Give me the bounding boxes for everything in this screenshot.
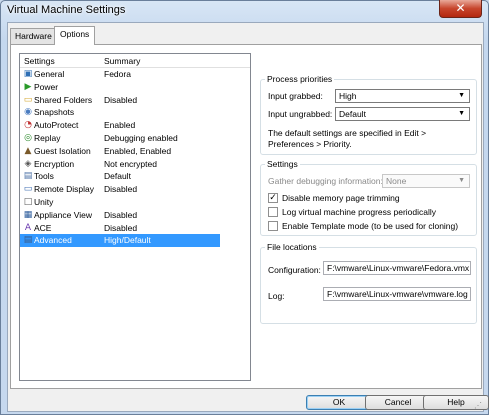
- chevron-down-icon: ▼: [458, 110, 465, 117]
- close-icon: ✕: [455, 1, 466, 15]
- input-ungrabbed-select[interactable]: Default ▼: [335, 107, 470, 121]
- settings-list[interactable]: Settings Summary ▣ General Fedora ▶ Power ▭ Sh…: [19, 53, 251, 381]
- dialog-client-area: Hardware Options Settings Summary ▣ Gener…: [7, 22, 489, 412]
- settings-column-header[interactable]: Settings: [24, 56, 55, 66]
- settings-group: Settings Gather debugging information: N…: [260, 159, 477, 236]
- input-ungrabbed-value: Default: [339, 109, 366, 119]
- list-item-label: Replay: [34, 132, 61, 143]
- list-item-summary: Disabled: [104, 222, 138, 233]
- list-item-summary: High/Default: [104, 235, 151, 246]
- list-item-summary: Enabled: [104, 120, 136, 131]
- configuration-field[interactable]: F:\vmware\Linux-vmware\Fedora.vmx: [323, 261, 471, 275]
- tools-icon: ▤: [23, 171, 33, 182]
- priority-note: The default settings are specified in Ed…: [268, 128, 427, 149]
- list-item-summary: Default: [104, 171, 131, 182]
- list-item[interactable]: ◉ Snapshots: [20, 106, 250, 119]
- log-field[interactable]: F:\vmware\Linux-vmware\vmware.log: [323, 287, 471, 301]
- template-mode-label: Enable Template mode (to be used for clo…: [282, 221, 459, 231]
- advanced-icon: ▤: [23, 235, 33, 246]
- unity-icon: □: [23, 196, 33, 207]
- list-item[interactable]: ▭ Remote Display Disabled: [20, 183, 250, 196]
- ok-button[interactable]: OK: [306, 395, 372, 410]
- list-item-label: Power: [34, 81, 59, 92]
- list-item[interactable]: □ Unity: [20, 196, 250, 209]
- tab-hardware[interactable]: Hardware: [10, 28, 57, 44]
- list-item[interactable]: ▶ Power: [20, 81, 250, 94]
- input-ungrabbed-label: Input ungrabbed:: [268, 109, 333, 119]
- list-item[interactable]: ▭ Shared Folders Disabled: [20, 94, 250, 107]
- list-item-summary: Disabled: [104, 184, 138, 195]
- list-item-summary: Disabled: [104, 94, 138, 105]
- checkbox-box[interactable]: ✓: [268, 193, 278, 203]
- list-item-label: Tools: [34, 171, 54, 182]
- encryption-icon: ◈: [24, 158, 32, 169]
- list-item[interactable]: ▤ Advanced High/Default: [20, 234, 220, 248]
- list-item-label: ACE: [34, 222, 52, 233]
- window-title: Virtual Machine Settings: [7, 4, 126, 16]
- file-locations-title: File locations: [265, 242, 319, 252]
- close-button[interactable]: ✕: [439, 0, 482, 18]
- chevron-down-icon: ▼: [458, 92, 465, 99]
- log-progress-label: Log virtual machine progress periodicall…: [282, 207, 437, 217]
- options-panel: Settings Summary ▣ General Fedora ▶ Power ▭ Sh…: [10, 44, 482, 389]
- list-item[interactable]: ◔ AutoProtect Enabled: [20, 119, 250, 132]
- list-rows: ▣ General Fedora ▶ Power ▭ Shared Folders Disab…: [20, 68, 250, 248]
- chevron-down-icon: ▼: [458, 177, 465, 184]
- list-item-summary: Debugging enabled: [104, 132, 178, 143]
- log-label: Log:: [268, 291, 285, 301]
- snapshot-icon: ◉: [24, 107, 32, 118]
- list-item[interactable]: A ACE Disabled: [20, 222, 250, 235]
- list-item[interactable]: ▦ Appliance View Disabled: [20, 209, 250, 222]
- checkbox-box[interactable]: [268, 221, 278, 231]
- ace-icon: A: [24, 222, 32, 233]
- list-item-label: Remote Display: [34, 184, 94, 195]
- file-locations-group: File locations Configuration: F:\vmware\…: [260, 242, 477, 324]
- replay-icon: ◎: [24, 132, 32, 143]
- gather-debugging-select[interactable]: None ▼: [382, 174, 470, 188]
- list-item-label: Snapshots: [34, 107, 75, 118]
- disable-memory-trimming-label: Disable memory page trimming: [282, 193, 400, 203]
- input-grabbed-label: Input grabbed:: [268, 91, 323, 101]
- list-item-label: Appliance View: [34, 209, 92, 220]
- list-item-summary: Disabled: [104, 209, 138, 220]
- checkbox-box[interactable]: [268, 207, 278, 217]
- folder-icon: ▭: [23, 94, 33, 105]
- display-icon: ▭: [23, 184, 33, 195]
- tab-options[interactable]: Options: [54, 26, 96, 45]
- summary-column-header[interactable]: Summary: [104, 56, 140, 66]
- list-item-summary: Fedora: [104, 69, 131, 79]
- list-item-label: Encryption: [34, 158, 75, 169]
- configuration-label: Configuration:: [268, 265, 321, 275]
- title-bar[interactable]: Virtual Machine Settings ✕: [1, 0, 488, 21]
- settings-group-title: Settings: [265, 159, 300, 169]
- list-item-summary: Not encrypted: [104, 158, 157, 169]
- input-grabbed-value: High: [339, 91, 357, 101]
- list-item-label: Guest Isolation: [34, 145, 91, 156]
- cancel-button[interactable]: Cancel: [365, 395, 431, 410]
- list-item[interactable]: ▣ General Fedora: [20, 68, 250, 81]
- list-item-summary: Enabled, Enabled: [104, 145, 172, 156]
- input-grabbed-select[interactable]: High ▼: [335, 89, 470, 103]
- gather-debugging-label: Gather debugging information:: [268, 176, 383, 186]
- power-icon: ▶: [24, 81, 32, 92]
- gather-debugging-value: None: [386, 176, 407, 186]
- list-header: Settings Summary: [20, 54, 250, 68]
- process-priorities-group: Process priorities Input grabbed: High ▼…: [260, 74, 477, 155]
- process-priorities-title: Process priorities: [265, 74, 335, 84]
- vm-settings-window: Virtual Machine Settings ✕ Hardware Opti…: [0, 0, 489, 415]
- list-item-label: Shared Folders: [34, 94, 93, 105]
- list-item-label: General: [34, 69, 65, 79]
- list-item-label: AutoProtect: [34, 120, 79, 131]
- list-item[interactable]: ◎ Replay Debugging enabled: [20, 132, 250, 145]
- list-item[interactable]: ▲ Guest Isolation Enabled, Enabled: [20, 145, 250, 158]
- list-item-label: Unity: [34, 196, 54, 207]
- list-item-label: Advanced: [34, 235, 72, 246]
- list-item[interactable]: ▤ Tools Default: [20, 170, 250, 183]
- list-item[interactable]: ◈ Encryption Not encrypted: [20, 158, 250, 171]
- autoprotect-icon: ◔: [24, 120, 32, 131]
- general-icon: ▣: [23, 69, 33, 79]
- lock-icon: ▲: [24, 145, 32, 156]
- appliance-icon: ▦: [23, 209, 33, 220]
- resize-grip-icon[interactable]: ⋰: [474, 401, 482, 410]
